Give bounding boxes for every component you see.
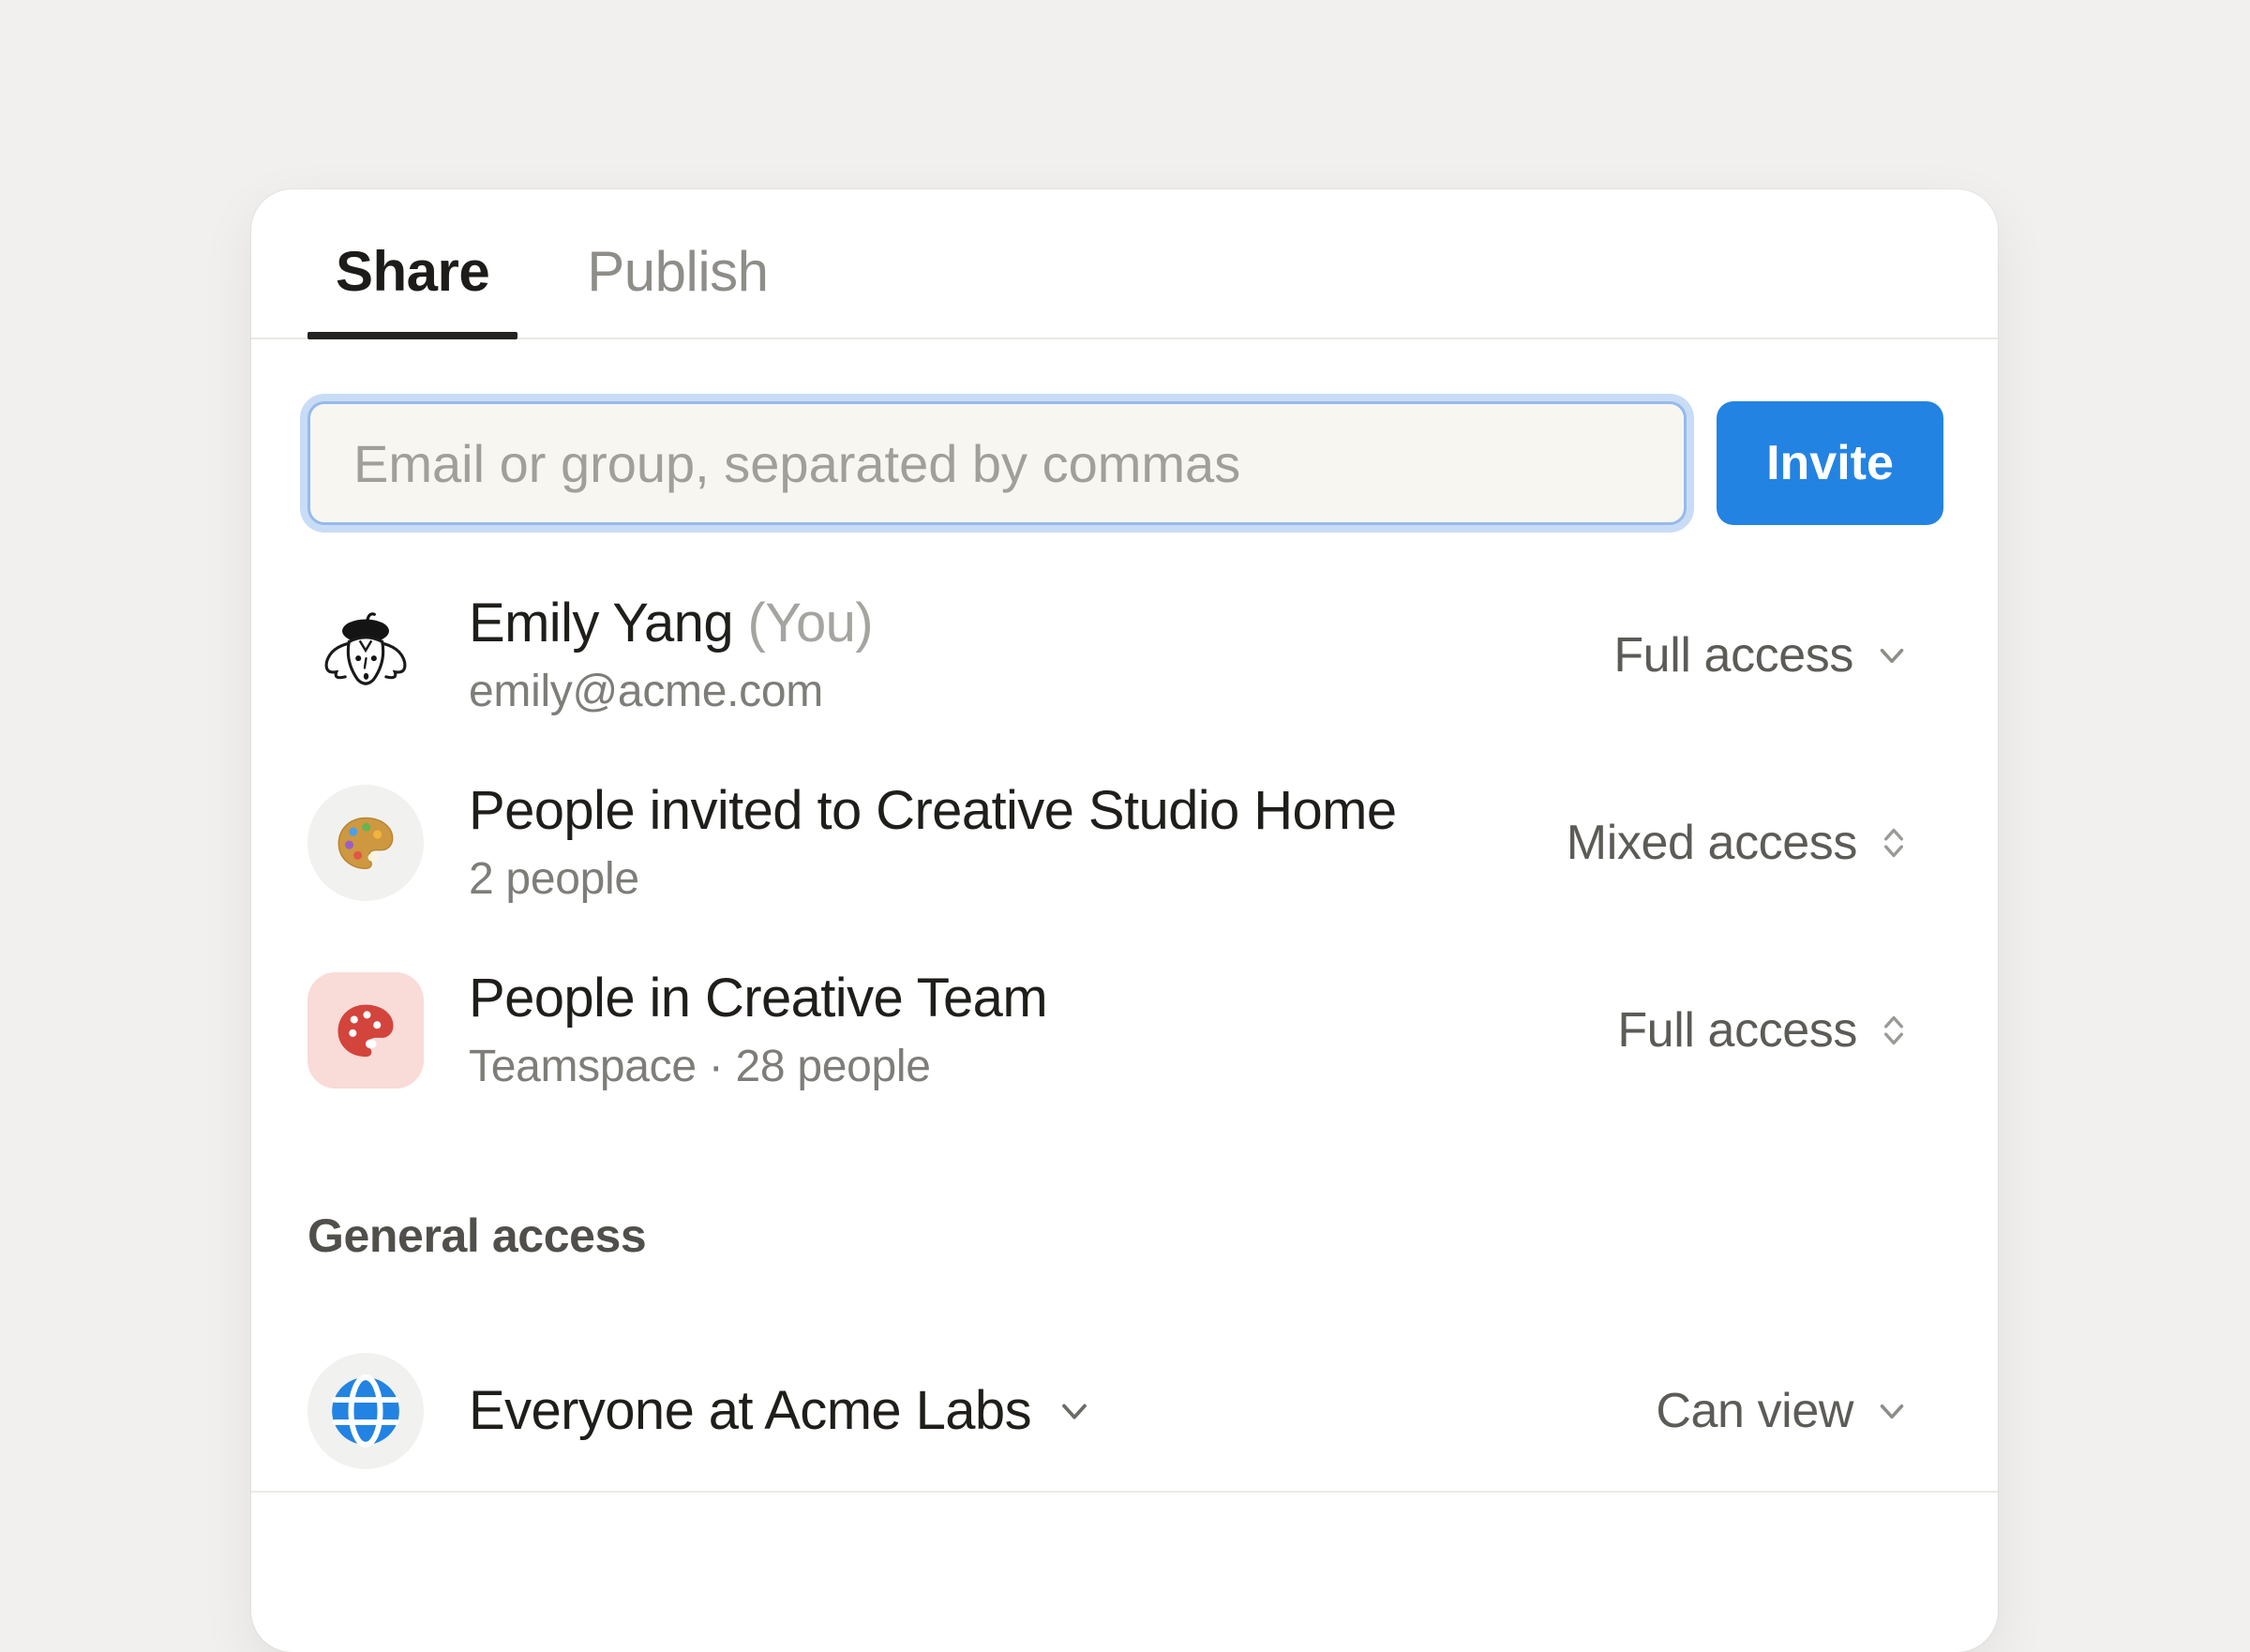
access-dropdown-everyone[interactable]: Can view [1656, 1383, 1912, 1439]
member-name: People in Creative Team [469, 969, 1617, 1029]
access-label: Mixed access [1567, 815, 1857, 871]
member-info: People invited to Creative Studio Home 2… [469, 781, 1567, 905]
member-count: 2 people [469, 853, 1567, 905]
access-dropdown-creative-team[interactable]: Full access [1617, 1002, 1912, 1059]
access-label: Full access [1617, 1002, 1857, 1059]
invite-button[interactable]: Invite [1717, 401, 1943, 525]
access-dropdown-emily[interactable]: Full access [1613, 627, 1912, 683]
member-email: emily@acme.com [469, 666, 1613, 717]
chevron-down-icon [1872, 1391, 1912, 1431]
general-access-row: Everyone at Acme Labs Can view [308, 1317, 1912, 1505]
person-doodle-avatar [308, 597, 424, 713]
chevron-down-icon [1054, 1390, 1095, 1432]
select-arrows-icon [1876, 819, 1912, 866]
invite-row: Invite [308, 401, 1943, 525]
dialog-footer-divider [251, 1491, 1998, 1493]
tab-share[interactable]: Share [308, 244, 518, 338]
general-info: Everyone at Acme Labs [469, 1381, 1656, 1441]
share-dialog: Share Publish Invite [251, 189, 1998, 1652]
dialog-tabs: Share Publish [251, 189, 1998, 339]
palette-icon [333, 810, 398, 876]
general-access-heading: General access [308, 1209, 1942, 1263]
member-info: People in Creative Team Teamspace · 28 p… [469, 969, 1617, 1092]
person-doodle-icon [317, 608, 414, 702]
email-input[interactable] [308, 401, 1687, 525]
chevron-down-icon [1872, 636, 1912, 675]
access-label: Can view [1656, 1383, 1853, 1439]
workspace-scope-label: Everyone at Acme Labs [469, 1381, 1031, 1441]
red-palette-teamspace-avatar [308, 972, 424, 1089]
access-label: Full access [1613, 627, 1853, 683]
access-dropdown-invited-group[interactable]: Mixed access [1567, 815, 1912, 871]
member-name-text: Emily Yang [469, 593, 733, 653]
member-row-invited-group: People invited to Creative Studio Home 2… [308, 749, 1912, 937]
select-arrows-icon [1876, 1007, 1912, 1054]
member-name: People invited to Creative Studio Home [469, 781, 1567, 841]
workspace-scope-dropdown[interactable]: Everyone at Acme Labs [469, 1381, 1656, 1441]
red-palette-icon [332, 997, 399, 1064]
globe-avatar [308, 1353, 424, 1469]
member-name: Emily Yang (You) [469, 593, 1613, 653]
palette-emoji-avatar [308, 785, 424, 901]
member-list: Emily Yang (You) emily@acme.com Full acc… [251, 562, 1998, 1124]
general-access-section: Everyone at Acme Labs Can view [251, 1317, 1998, 1505]
member-you-suffix: (You) [748, 593, 874, 653]
member-row-emily: Emily Yang (You) emily@acme.com Full acc… [308, 562, 1912, 749]
member-teamspace-count: Teamspace · 28 people [469, 1041, 1617, 1092]
globe-icon [325, 1371, 406, 1451]
member-info: Emily Yang (You) emily@acme.com [469, 593, 1613, 717]
tab-publish[interactable]: Publish [559, 244, 796, 338]
member-row-creative-team: People in Creative Team Teamspace · 28 p… [308, 937, 1912, 1124]
